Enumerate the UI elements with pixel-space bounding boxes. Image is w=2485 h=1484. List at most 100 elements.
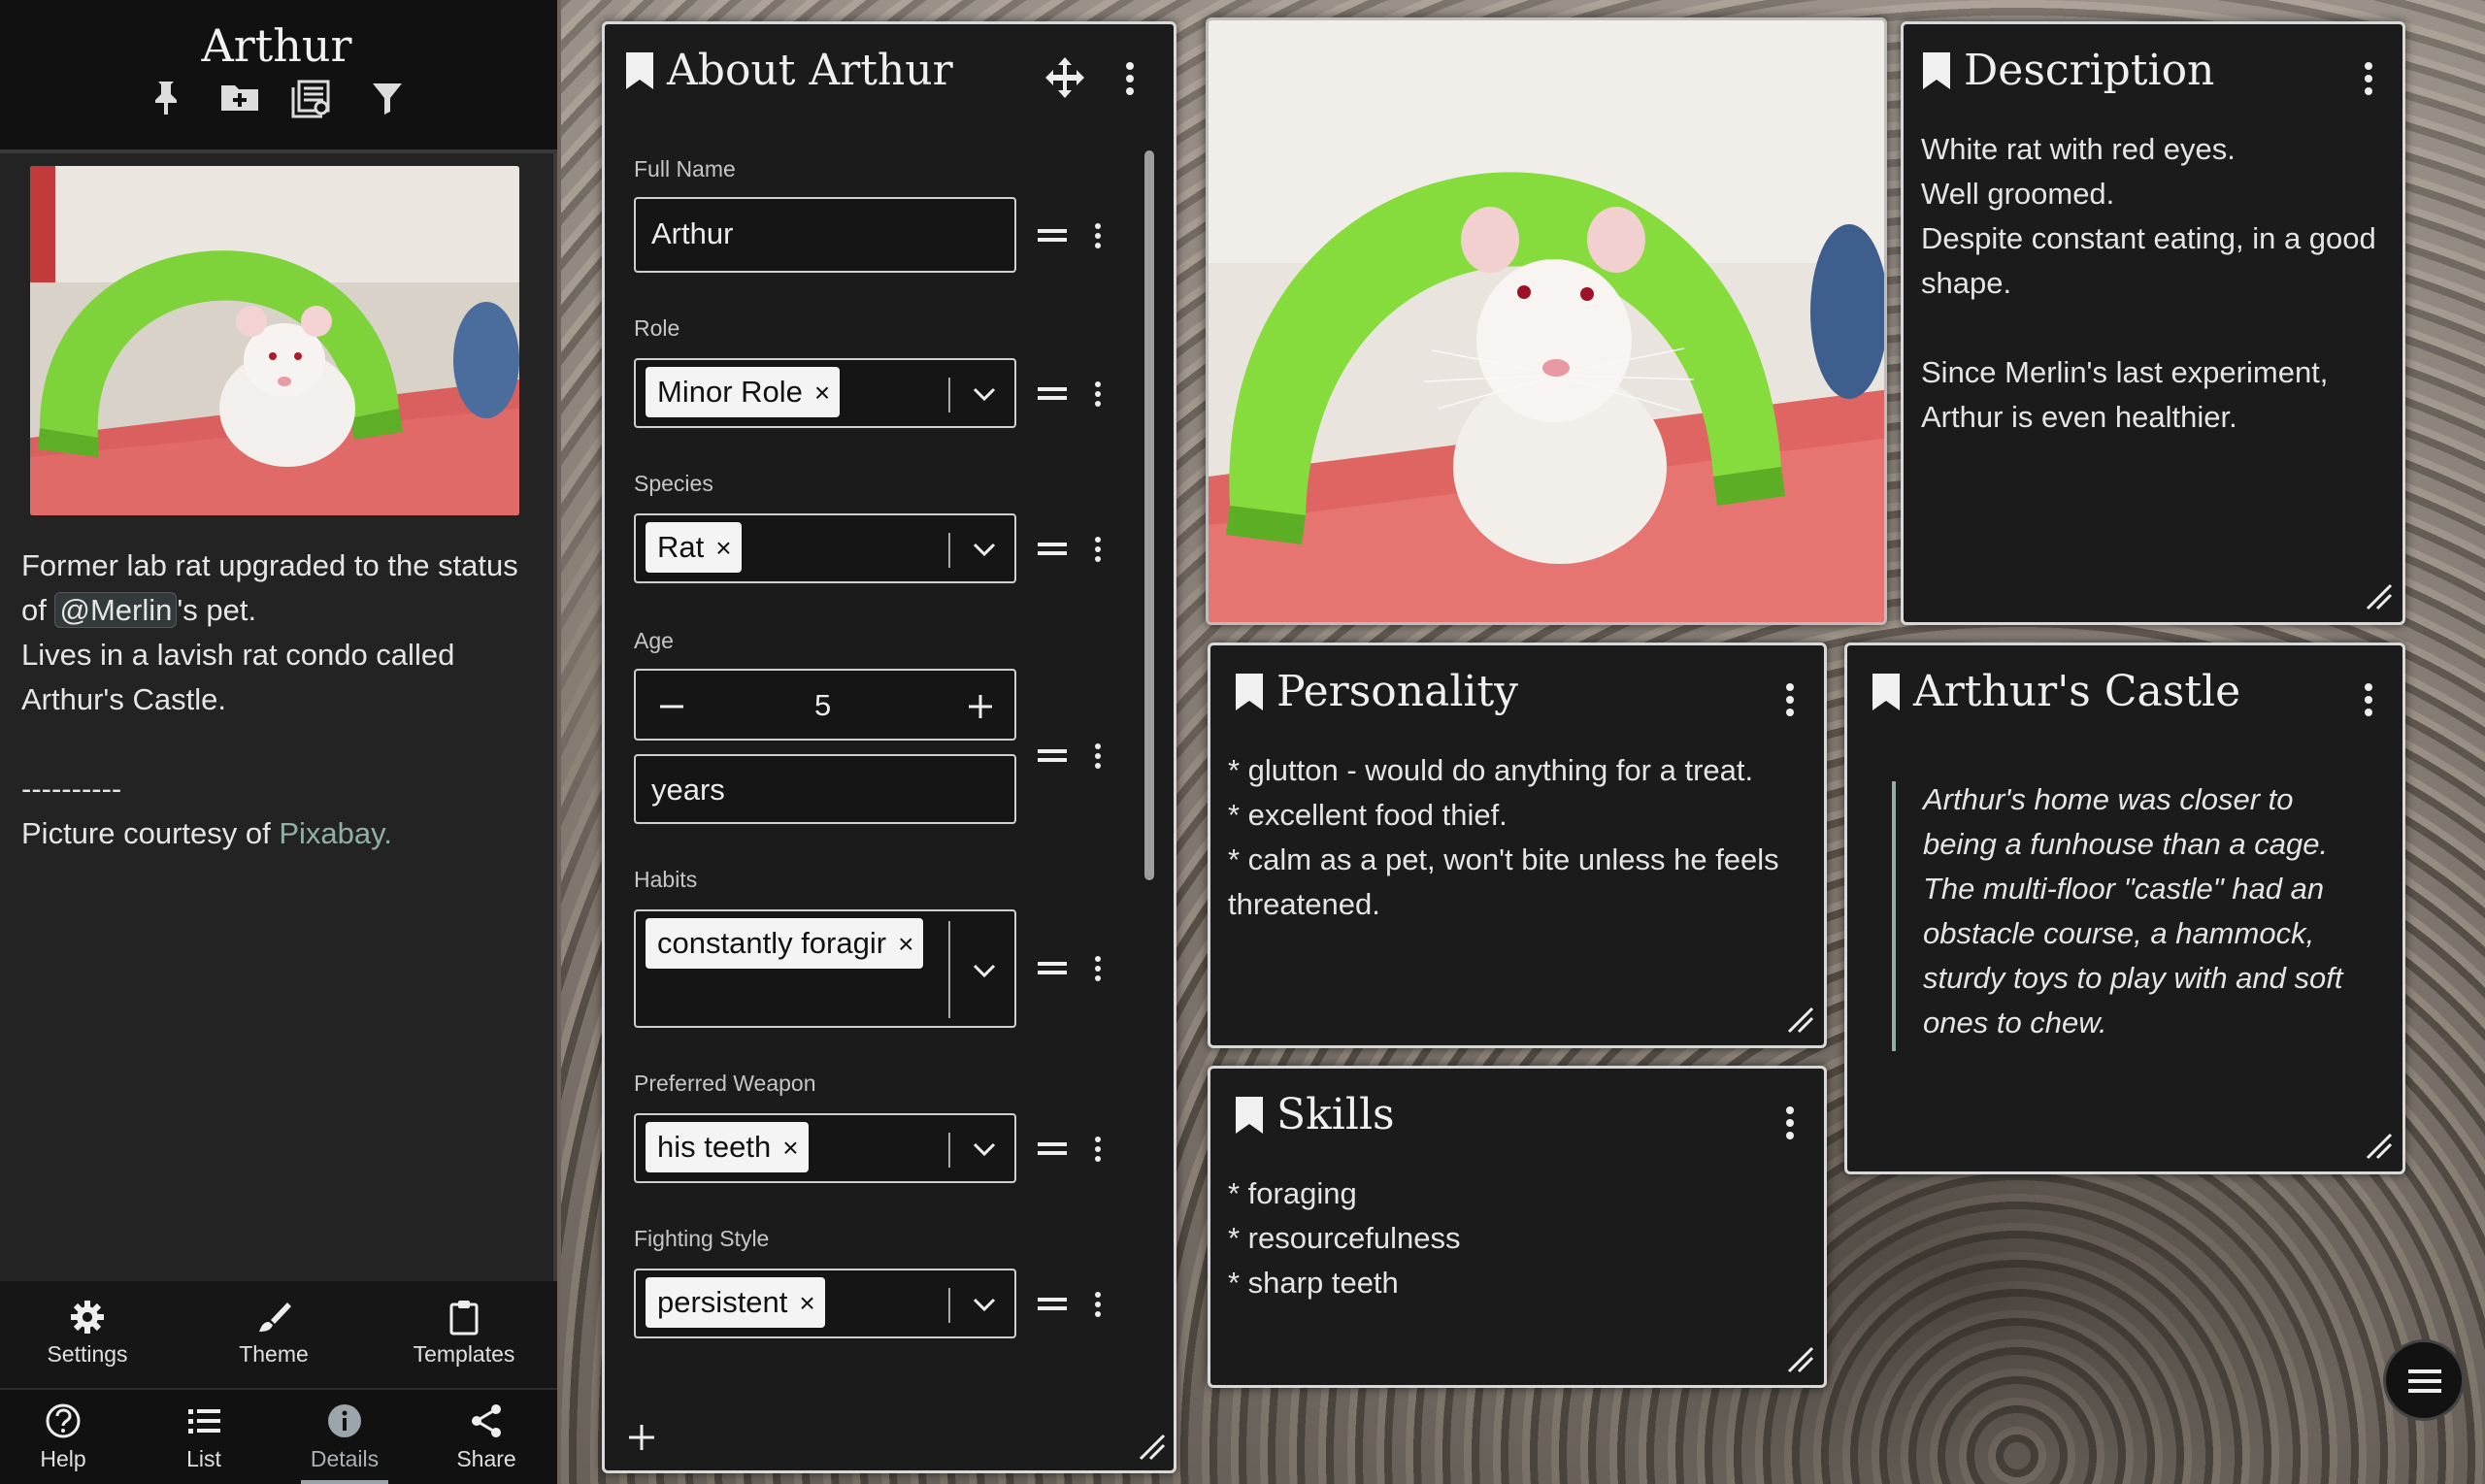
age-unit-value: years (651, 773, 725, 807)
main-menu-button[interactable] (2383, 1339, 2465, 1421)
fighting-style-select[interactable]: persistent × (634, 1269, 1016, 1338)
hamburger-icon (2408, 1369, 2441, 1393)
about-card: About Arthur Full Name Arthur Role Minor… (602, 21, 1176, 1473)
skills-menu-icon[interactable] (1777, 1104, 1803, 1142)
chevron-down-icon[interactable] (970, 956, 999, 985)
folder-plus-icon[interactable] (217, 76, 262, 120)
filter-icon[interactable] (365, 76, 410, 120)
field-menu-icon[interactable] (1092, 954, 1104, 983)
entity-title: Arthur (201, 19, 352, 72)
chevron-down-icon[interactable] (970, 379, 999, 409)
description-line: shape. (1921, 266, 2012, 300)
full-name-value: Arthur (651, 216, 734, 250)
pixabay-link[interactable]: Pixabay. (279, 816, 392, 850)
share-label: Share (456, 1446, 516, 1471)
resize-handle-icon[interactable] (1137, 1432, 1166, 1461)
drag-handle-icon[interactable] (1038, 746, 1067, 766)
field-menu-icon[interactable] (1092, 221, 1104, 250)
nav-list[interactable]: List (160, 1402, 248, 1472)
chevron-down-icon[interactable] (970, 1290, 999, 1319)
species-chip: Rat × (646, 522, 742, 573)
weapon-remove-button[interactable]: × (782, 1133, 798, 1163)
resize-handle-icon[interactable] (1785, 1005, 1814, 1034)
library-icon[interactable] (289, 76, 334, 120)
resize-handle-icon[interactable] (2364, 1131, 2393, 1160)
field-menu-icon[interactable] (1092, 1290, 1104, 1319)
drag-handle-icon[interactable] (1038, 226, 1067, 246)
description-menu-icon[interactable] (2356, 59, 2381, 98)
settings-button[interactable]: Settings (39, 1299, 136, 1368)
templates-button[interactable]: Templates (404, 1299, 524, 1368)
nav-share[interactable]: Share (443, 1402, 530, 1472)
personality-line: * excellent food thief. (1228, 798, 1508, 832)
pin-icon[interactable] (144, 76, 188, 120)
habits-select[interactable]: constantly foragir × (634, 909, 1016, 1028)
skills-line: * resourcefulness (1228, 1221, 1461, 1255)
separator-text: ---------- (21, 772, 122, 806)
add-field-icon[interactable] (626, 1422, 657, 1453)
role-chip: Minor Role × (646, 367, 841, 417)
about-card-title: About Arthur (624, 46, 953, 95)
species-select[interactable]: Rat × (634, 513, 1016, 583)
about-scrollbar[interactable] (1144, 150, 1154, 880)
minus-icon[interactable] (657, 692, 686, 721)
role-remove-button[interactable]: × (814, 378, 830, 408)
drag-handle-icon[interactable] (1038, 1295, 1067, 1314)
header-toolbar (144, 76, 415, 124)
bookmark-icon (1872, 673, 1900, 710)
clipboard-icon (449, 1301, 479, 1336)
about-menu-icon[interactable] (1117, 59, 1143, 98)
skills-card: Skills * foraging * resourcefulness * sh… (1208, 1066, 1827, 1388)
resize-handle-icon[interactable] (1785, 1344, 1814, 1373)
personality-title-text: Personality (1276, 667, 1519, 716)
field-menu-icon[interactable] (1092, 379, 1104, 409)
quote-line: The multi-floor "castle" had an (1923, 872, 2325, 906)
species-value: Rat (657, 530, 705, 564)
drag-handle-icon[interactable] (1038, 1139, 1067, 1159)
rat-portrait-image (1209, 20, 1884, 622)
age-stepper[interactable]: 5 (634, 669, 1016, 741)
bookmark-icon (1923, 51, 1950, 89)
personality-line: * calm as a pet, won't bite unless he fe… (1228, 842, 1779, 876)
nav-details[interactable]: Details (301, 1402, 388, 1484)
field-menu-icon[interactable] (1092, 742, 1104, 771)
personality-text: * glutton - would do anything for a trea… (1228, 748, 1810, 927)
skills-card-title: Skills (1234, 1090, 1395, 1139)
chevron-down-icon[interactable] (970, 1135, 999, 1164)
field-menu-icon[interactable] (1092, 1135, 1104, 1164)
mention-merlin[interactable]: @Merlin (54, 592, 178, 628)
summary-text: Former lab rat upgraded to the status of… (21, 544, 536, 856)
drag-handle-icon[interactable] (1038, 540, 1067, 559)
plus-icon[interactable] (966, 692, 995, 721)
theme-button[interactable]: Theme (225, 1299, 322, 1368)
drag-handle-icon[interactable] (1038, 384, 1067, 404)
nav-help[interactable]: Help (19, 1402, 107, 1472)
move-icon[interactable] (1043, 55, 1087, 100)
chevron-down-icon[interactable] (970, 535, 999, 564)
full-name-input[interactable]: Arthur (634, 197, 1016, 273)
species-remove-button[interactable]: × (715, 533, 731, 563)
habits-label: Habits (634, 867, 698, 892)
full-name-label: Full Name (634, 156, 736, 181)
role-select[interactable]: Minor Role × (634, 358, 1016, 428)
age-unit-input[interactable]: years (634, 754, 1016, 824)
quote-line: Arthur's home was closer to (1923, 782, 2294, 816)
castle-title-text: Arthur's Castle (1913, 667, 2241, 716)
info-icon (328, 1404, 361, 1437)
castle-menu-icon[interactable] (2356, 680, 2381, 719)
skills-title-text: Skills (1276, 1090, 1395, 1139)
drag-handle-icon[interactable] (1038, 959, 1067, 978)
weapon-select[interactable]: his teeth × (634, 1113, 1016, 1183)
fighting-style-remove-button[interactable]: × (799, 1288, 814, 1318)
list-icon (188, 1409, 220, 1434)
select-divider (948, 1133, 950, 1168)
resize-handle-icon[interactable] (2364, 581, 2393, 610)
settings-label: Settings (47, 1341, 128, 1367)
portrait-image-card (1206, 17, 1887, 625)
habits-remove-button[interactable]: × (898, 929, 913, 959)
field-menu-icon[interactable] (1092, 535, 1104, 564)
credit-text: Picture courtesy of (21, 816, 280, 850)
role-value: Minor Role (657, 375, 803, 409)
personality-menu-icon[interactable] (1777, 680, 1803, 719)
quote-line: sturdy toys to play with and soft (1923, 961, 2343, 995)
